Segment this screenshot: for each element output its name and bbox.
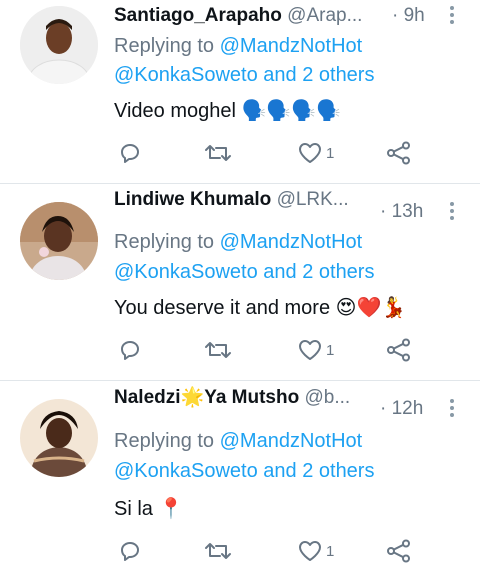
retweet-button[interactable] [204,140,232,166]
mention-link[interactable]: @MandzNotHot [220,231,363,253]
share-icon [387,539,410,563]
like-count: 1 [326,542,335,560]
reply-button[interactable] [118,538,142,564]
more-icon[interactable] [444,4,460,26]
tweet-text: You deserve it and more 😍❤️💃 [114,293,406,322]
share-button[interactable] [386,140,412,166]
avatar[interactable] [20,202,98,280]
mention-link-others[interactable]: @KonkaSoweto and 2 others [114,460,374,482]
tweet-header: Lindiwe Khumalo @LRK... [114,186,349,214]
reply-button[interactable] [118,337,142,363]
like-button[interactable]: 1 [298,140,334,166]
heart-icon [299,143,321,163]
tweet-actions: 1 [0,337,480,363]
tweet-header: Santiago_Arapaho @Arap... [114,2,362,30]
tweet-actions: 1 [0,538,480,564]
replying-to-others[interactable]: @KonkaSoweto and 2 others [114,61,374,89]
like-count: 1 [326,144,335,162]
replying-to-others[interactable]: @KonkaSoweto and 2 others [114,258,374,286]
speaking-head-emoji: 🗣️🗣️🗣️🗣️ [241,98,342,122]
mention-link-others[interactable]: @KonkaSoweto and 2 others [114,64,374,86]
tweet-text-content: You deserve it and more [114,297,336,319]
star-emoji: 🌟 [180,386,205,408]
reply-icon [121,542,139,561]
display-name[interactable]: Lindiwe Khumalo [114,189,271,210]
timestamp[interactable]: · 12h [380,395,423,423]
display-name[interactable]: Naledzi [114,387,181,408]
mention-link-others[interactable]: @KonkaSoweto and 2 others [114,261,374,283]
share-icon [387,141,410,165]
like-button[interactable]: 1 [298,538,334,564]
tweet-3[interactable]: Naledzi🌟Ya Mutsho @b... · 12h Replying t… [0,381,480,577]
tweet-header: Naledzi🌟Ya Mutsho @b... [114,383,350,411]
like-count: 1 [326,341,335,359]
tweet-2[interactable]: Lindiwe Khumalo @LRK... · 13h Replying t… [0,184,480,380]
mention-link[interactable]: @MandzNotHot [220,430,363,452]
like-button[interactable]: 1 [298,337,334,363]
tweet-text: Si la 📍 [114,494,183,523]
retweet-icon [205,342,231,358]
replying-to: Replying to @MandzNotHot [114,228,362,256]
user-handle[interactable]: @b... [305,387,351,408]
replying-to: Replying to @MandzNotHot [114,427,362,455]
retweet-icon [205,145,231,161]
tweet-text-content: Si la [114,498,159,520]
tweet-text-content: Video moghel [114,100,236,122]
replying-prefix: Replying to [114,430,220,452]
display-name[interactable]: Santiago_Arapaho [114,5,282,26]
user-handle[interactable]: @LRK... [277,189,349,210]
retweet-button[interactable] [204,337,232,363]
more-icon[interactable] [444,200,460,222]
tweet-text: Video moghel 🗣️🗣️🗣️🗣️ [114,96,341,125]
share-button[interactable] [386,337,412,363]
emoji-group: 😍❤️💃 [335,295,407,319]
mention-link[interactable]: @MandzNotHot [220,35,363,57]
display-name-suffix[interactable]: Ya Mutsho [204,387,299,408]
retweet-icon [205,543,231,559]
replying-prefix: Replying to [114,35,220,57]
replying-to-others[interactable]: @KonkaSoweto and 2 others [114,457,374,485]
timestamp[interactable]: · 9h [392,2,425,30]
replying-to: Replying to @MandzNotHot [114,32,362,60]
retweet-button[interactable] [204,538,232,564]
reply-icon [121,144,139,163]
pushpin-emoji: 📍 [158,496,184,520]
reply-icon [121,341,139,360]
tweet-1[interactable]: Santiago_Arapaho @Arap... · 9h Replying … [0,0,480,183]
share-icon [387,338,410,362]
timestamp[interactable]: · 13h [380,198,423,226]
more-icon[interactable] [444,397,460,419]
tweet-actions: 1 [0,140,480,166]
avatar[interactable] [20,6,98,84]
user-handle[interactable]: @Arap... [287,5,362,26]
avatar[interactable] [20,399,98,477]
heart-icon [299,541,321,561]
replying-prefix: Replying to [114,231,220,253]
share-button[interactable] [386,538,412,564]
heart-icon [299,340,321,360]
reply-button[interactable] [118,140,142,166]
